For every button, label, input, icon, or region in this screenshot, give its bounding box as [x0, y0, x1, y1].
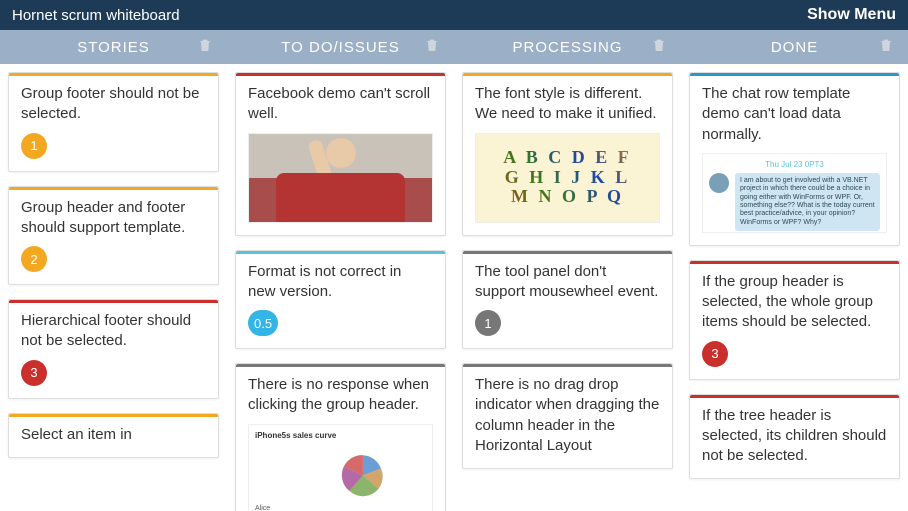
card-stripe	[690, 73, 899, 76]
alpha-line: G H I J K L	[505, 167, 631, 187]
card[interactable]: Group header and footer should support t…	[8, 186, 219, 286]
column-header-label: DONE	[771, 39, 818, 56]
card-image: iPhone5s sales curve Alice	[248, 424, 433, 511]
card-text: Facebook demo can't scroll well.	[248, 84, 433, 125]
card-badge: 1	[21, 133, 47, 159]
column-header-todo: TO DO/ISSUES	[227, 30, 454, 64]
card-text: Format is not correct in new version.	[248, 262, 433, 303]
card[interactable]: Facebook demo can't scroll well.	[235, 72, 446, 236]
card-text: There is no response when clicking the g…	[248, 375, 433, 416]
column-stories[interactable]: Group footer should not be selected. 1 G…	[0, 64, 227, 511]
card-text: If the tree header is selected, its chil…	[702, 406, 887, 467]
trash-icon[interactable]	[878, 37, 894, 57]
column-header-label: PROCESSING	[512, 39, 622, 56]
card[interactable]: Select an item in	[8, 413, 219, 458]
card-text: The tool panel don't support mousewheel …	[475, 262, 660, 303]
column-header-label: STORIES	[77, 39, 150, 56]
card[interactable]: If the group header is selected, the who…	[689, 260, 900, 380]
card-badge: 2	[21, 246, 47, 272]
card-text: There is no drag drop indicator when dra…	[475, 375, 660, 456]
card[interactable]: The tool panel don't support mousewheel …	[462, 250, 673, 350]
card-stripe	[236, 73, 445, 76]
card-stripe	[9, 414, 218, 417]
app-title: Hornet scrum whiteboard	[12, 7, 180, 24]
chart-title: iPhone5s sales curve	[255, 431, 426, 440]
card[interactable]: Format is not correct in new version. 0.…	[235, 250, 446, 350]
card[interactable]: The font style is different. We need to …	[462, 72, 673, 236]
card[interactable]: If the tree header is selected, its chil…	[689, 394, 900, 480]
card-stripe	[9, 187, 218, 190]
column-header-done: DONE	[681, 30, 908, 64]
card[interactable]: Group footer should not be selected. 1	[8, 72, 219, 172]
card-stripe	[690, 395, 899, 398]
alpha-line: A B C D E F	[503, 147, 632, 167]
alpha-line: M N O P Q	[511, 186, 624, 206]
column-todo[interactable]: Facebook demo can't scroll well. Format …	[227, 64, 454, 511]
column-header-processing: PROCESSING	[454, 30, 681, 64]
card-stripe	[463, 364, 672, 367]
card-stripe	[463, 251, 672, 254]
card-stripe	[236, 251, 445, 254]
card-text: The chat row template demo can't load da…	[702, 84, 887, 145]
chat-date: Thu Jul 23 0PT3	[709, 160, 880, 169]
card-text: The font style is different. We need to …	[475, 84, 660, 125]
column-headers: STORIES TO DO/ISSUES PROCESSING DONE	[0, 30, 908, 64]
board: Group footer should not be selected. 1 G…	[0, 64, 908, 511]
card-text: Select an item in	[21, 425, 206, 445]
titlebar: Hornet scrum whiteboard Show Menu	[0, 0, 908, 30]
column-header-label: TO DO/ISSUES	[281, 39, 399, 56]
card[interactable]: There is no response when clicking the g…	[235, 363, 446, 511]
card[interactable]: There is no drag drop indicator when dra…	[462, 363, 673, 469]
trash-icon[interactable]	[424, 37, 440, 57]
card-text: Hierarchical footer should not be select…	[21, 311, 206, 352]
card-stripe	[690, 261, 899, 264]
chart-legend: Alice	[255, 505, 426, 511]
trash-icon[interactable]	[651, 37, 667, 57]
card-badge: 3	[702, 341, 728, 367]
card-badge: 0.5	[248, 310, 278, 336]
card-stripe	[463, 73, 672, 76]
card-badge: 3	[21, 360, 47, 386]
column-done[interactable]: The chat row template demo can't load da…	[681, 64, 908, 511]
card-image	[248, 133, 433, 223]
column-processing[interactable]: The font style is different. We need to …	[454, 64, 681, 511]
card-stripe	[9, 300, 218, 303]
card-image: Thu Jul 23 0PT3 I am about to get involv…	[702, 153, 887, 233]
card[interactable]: The chat row template demo can't load da…	[689, 72, 900, 246]
card-text: If the group header is selected, the who…	[702, 272, 887, 333]
column-header-stories: STORIES	[0, 30, 227, 64]
card-text: Group footer should not be selected.	[21, 84, 206, 125]
card-stripe	[236, 364, 445, 367]
card[interactable]: Hierarchical footer should not be select…	[8, 299, 219, 399]
card-badge: 1	[475, 310, 501, 336]
board-scroll[interactable]: Group footer should not be selected. 1 G…	[0, 64, 908, 511]
avatar-icon	[709, 173, 729, 193]
trash-icon[interactable]	[197, 37, 213, 57]
app-root: Hornet scrum whiteboard Show Menu STORIE…	[0, 0, 908, 511]
show-menu-button[interactable]: Show Menu	[807, 6, 896, 24]
card-image: A B C D E F G H I J K L M N O P Q	[475, 133, 660, 223]
chat-bubble: I am about to get involved with a VB.NET…	[735, 173, 880, 231]
card-stripe	[9, 73, 218, 76]
card-text: Group header and footer should support t…	[21, 198, 206, 239]
